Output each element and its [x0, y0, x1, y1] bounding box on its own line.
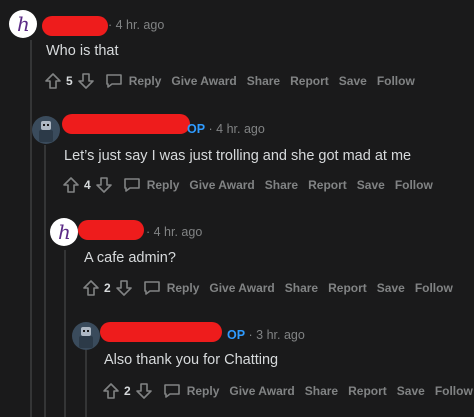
downvote-icon[interactable]	[95, 176, 113, 194]
report-button[interactable]: Report	[308, 178, 347, 192]
reply-button[interactable]: Reply	[105, 73, 162, 89]
vote-score: 5	[66, 74, 73, 88]
thread-line[interactable]	[30, 40, 32, 417]
upvote-icon[interactable]	[44, 72, 62, 90]
save-button[interactable]: Save	[357, 178, 385, 192]
comment-text: A cafe admin?	[84, 250, 176, 266]
report-button[interactable]: Report	[328, 281, 367, 295]
follow-button[interactable]: Follow	[395, 178, 433, 192]
reply-label: Reply	[166, 281, 200, 295]
save-button[interactable]: Save	[397, 384, 425, 398]
share-button[interactable]: Share	[285, 281, 318, 295]
svg-text:h: h	[17, 12, 30, 36]
op-badge: OP	[187, 122, 206, 136]
redacted-username	[100, 322, 222, 342]
user-avatar-icon	[39, 121, 53, 142]
downvote-icon[interactable]	[135, 382, 153, 400]
h-logo-avatar[interactable]: h	[9, 10, 37, 38]
h-logo-avatar[interactable]: h	[50, 218, 78, 246]
share-button[interactable]: Share	[305, 384, 338, 398]
vote-controls: 2	[102, 382, 153, 400]
share-button[interactable]: Share	[265, 178, 298, 192]
h-logo-icon: h	[58, 220, 71, 244]
comment-actions: 4 Reply Give Award Share Report Save Fol…	[62, 173, 433, 197]
reply-label: Reply	[146, 178, 180, 192]
upvote-icon[interactable]	[82, 279, 100, 297]
comment-actions: 5 Reply Give Award Share Report Save Fol…	[44, 69, 415, 93]
op-badge: OP	[227, 328, 246, 342]
report-button[interactable]: Report	[290, 74, 329, 88]
reply-icon	[123, 178, 140, 192]
reply-icon	[163, 384, 180, 398]
reply-button[interactable]: Reply	[143, 280, 200, 296]
h-logo-icon: h	[17, 12, 30, 36]
user-avatar[interactable]	[72, 322, 100, 350]
report-button[interactable]: Report	[348, 384, 387, 398]
give-award-button[interactable]: Give Award	[171, 74, 236, 88]
comment-timestamp: · 4 hr. ago	[146, 225, 203, 239]
upvote-icon[interactable]	[62, 176, 80, 194]
user-avatar[interactable]	[32, 116, 60, 144]
vote-controls: 4	[62, 176, 113, 194]
thread-line[interactable]	[64, 250, 66, 417]
reply-icon	[143, 281, 160, 295]
vote-score: 2	[124, 384, 131, 398]
reply-label: Reply	[186, 384, 220, 398]
comment-timestamp: · 4 hr. ago	[208, 122, 265, 136]
vote-controls: 2	[82, 279, 133, 297]
redacted-username	[42, 16, 108, 36]
follow-button[interactable]: Follow	[415, 281, 453, 295]
share-button[interactable]: Share	[247, 74, 280, 88]
upvote-icon[interactable]	[102, 382, 120, 400]
follow-button[interactable]: Follow	[435, 384, 473, 398]
comment-text: Let’s just say I was just trolling and s…	[64, 148, 412, 164]
user-avatar-icon	[79, 327, 93, 348]
comment-timestamp: · 4 hr. ago	[108, 18, 165, 32]
give-award-button[interactable]: Give Award	[209, 281, 274, 295]
save-button[interactable]: Save	[377, 281, 405, 295]
save-button[interactable]: Save	[339, 74, 367, 88]
follow-button[interactable]: Follow	[377, 74, 415, 88]
comment-text: Also thank you for Chatting	[104, 352, 279, 368]
give-award-button[interactable]: Give Award	[189, 178, 254, 192]
give-award-button[interactable]: Give Award	[229, 384, 294, 398]
comment-actions: 2 Reply Give Award Share Report Save Fol…	[102, 379, 473, 403]
comment-meta: OP · 4 hr. ago	[187, 122, 265, 136]
comment-timestamp: · 3 hr. ago	[248, 328, 305, 342]
reply-button[interactable]: Reply	[163, 383, 220, 399]
reply-icon	[105, 74, 122, 88]
svg-text:h: h	[58, 220, 71, 244]
vote-score: 2	[104, 281, 111, 295]
thread-line[interactable]	[85, 350, 87, 417]
redacted-username	[62, 114, 190, 134]
thread-line[interactable]	[44, 145, 46, 417]
comment-text: Who is that	[46, 43, 119, 59]
vote-controls: 5	[44, 72, 95, 90]
reply-label: Reply	[128, 74, 162, 88]
comment-actions: 2 Reply Give Award Share Report Save Fol…	[82, 276, 453, 300]
downvote-icon[interactable]	[77, 72, 95, 90]
comment-meta: OP · 3 hr. ago	[227, 328, 305, 342]
downvote-icon[interactable]	[115, 279, 133, 297]
vote-score: 4	[84, 178, 91, 192]
reply-button[interactable]: Reply	[123, 177, 180, 193]
redacted-username	[78, 220, 144, 240]
